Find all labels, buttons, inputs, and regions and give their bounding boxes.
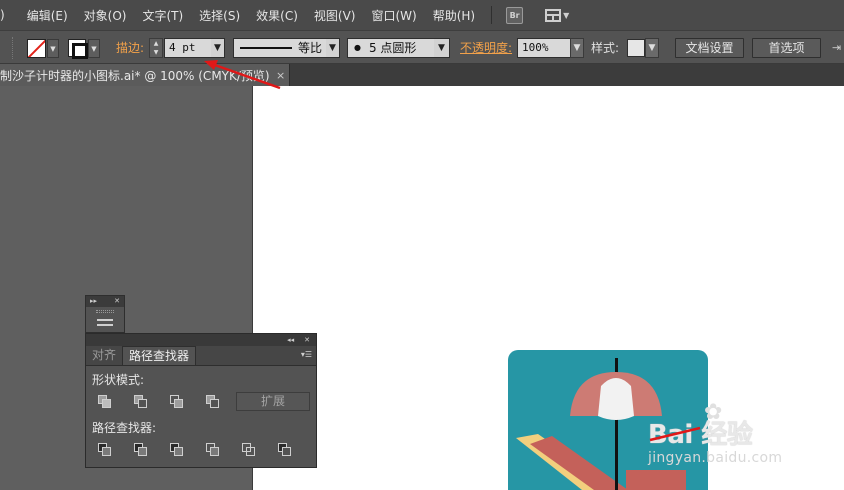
brush-dot-icon: ● <box>354 43 361 52</box>
document-setup-button[interactable]: 文档设置 <box>675 38 744 58</box>
variable-width-profile[interactable]: 等比 <box>233 38 327 58</box>
shape-modes-row <box>96 394 222 410</box>
workspace-switcher[interactable]: ▼ <box>545 8 570 22</box>
merge-icon[interactable] <box>168 442 186 458</box>
document-tab-title: 制沙子计时器的小图标.ai* @ 100% (CMYK/预览) <box>0 68 270 83</box>
pathfinder-panel-icon[interactable] <box>97 319 113 326</box>
trim-icon[interactable] <box>132 442 150 458</box>
tab-pathfinder[interactable]: 路径查找器 <box>122 346 197 365</box>
fill-dropdown-arrow[interactable]: ▼ <box>47 39 59 58</box>
preferences-button[interactable]: 首选项 <box>752 38 821 58</box>
opacity-input[interactable]: 100% <box>517 38 571 58</box>
intersect-icon[interactable] <box>168 394 186 410</box>
chevron-down-icon: ▼ <box>563 10 570 20</box>
style-label: 样式: <box>591 41 620 55</box>
brush-label: 5 点圆形 <box>368 41 417 55</box>
minus-front-icon[interactable] <box>132 394 150 410</box>
document-tab[interactable]: 制沙子计时器的小图标.ai* @ 100% (CMYK/预览) × <box>0 64 290 86</box>
menu-bar: ) 编辑(E) 对象(O) 文字(T) 选择(S) 效果(C) 视图(V) 窗口… <box>0 0 844 30</box>
menu-help[interactable]: 帮助(H) <box>425 7 483 24</box>
stroke-weight-input[interactable]: 4 pt <box>164 38 212 58</box>
collapsed-panel[interactable]: ▸▸ ✕ <box>85 295 125 333</box>
arrange-documents-icon <box>545 8 562 22</box>
panel-grip[interactable] <box>96 310 114 313</box>
crop-icon[interactable] <box>204 442 222 458</box>
more-options-icon[interactable]: ⇥ <box>832 38 841 58</box>
document-tab-bar: 制沙子计时器的小图标.ai* @ 100% (CMYK/预览) × <box>0 64 844 86</box>
pathfinders-row <box>96 442 294 458</box>
menu-object[interactable]: 对象(O) <box>76 7 135 24</box>
opacity-dropdown[interactable]: ▼ <box>570 38 584 58</box>
pathfinder-panel: ◂◂ ✕ 对齐 路径查找器 ▾☰ 形状模式: 扩展 路径查找器: <box>85 333 317 468</box>
menu-effect[interactable]: 效果(C) <box>248 7 306 24</box>
graphic-style-swatch[interactable] <box>627 39 645 57</box>
stroke-weight-stepper[interactable]: ▲ ▼ <box>149 38 163 58</box>
unite-icon[interactable] <box>96 394 114 410</box>
graphic-style-dropdown[interactable]: ▼ <box>645 38 659 58</box>
minus-back-icon[interactable] <box>276 442 294 458</box>
menu-window[interactable]: 窗口(W) <box>363 7 424 24</box>
exclude-icon[interactable] <box>204 394 222 410</box>
shape-modes-label: 形状模式: <box>92 373 145 387</box>
outline-icon[interactable] <box>240 442 258 458</box>
stroke-weight-dropdown[interactable]: ▼ <box>211 38 225 58</box>
collapsed-panel-header[interactable]: ▸▸ ✕ <box>86 296 124 307</box>
pathfinders-label: 路径查找器: <box>92 421 157 435</box>
menu-select[interactable]: 选择(S) <box>191 7 248 24</box>
baidu-watermark: ✿ Bai 经验 jingyan.baidu.com <box>646 400 806 480</box>
panel-menu-icon[interactable]: ▾☰ <box>301 350 312 359</box>
close-icon[interactable]: ✕ <box>114 296 120 307</box>
brush-definition[interactable]: ● 5 点圆形 <box>347 38 435 58</box>
expand-panel-icon[interactable]: ▸▸ <box>90 296 97 307</box>
profile-dropdown[interactable]: ▼ <box>326 38 340 58</box>
close-icon[interactable]: ✕ <box>304 336 310 344</box>
menu-type[interactable]: 文字(T) <box>134 7 191 24</box>
close-icon[interactable]: × <box>276 69 285 82</box>
control-bar: ▼ ▼ 描边: ▲ ▼ 4 pt ▼ 等比 ▼ ● 5 点圆形 ▼ 不透明度: 1… <box>0 30 844 64</box>
stroke-label[interactable]: 描边: <box>116 38 144 58</box>
panel-grip[interactable] <box>12 37 14 59</box>
collapse-panel-icon[interactable]: ◂◂ <box>287 336 294 344</box>
menu-fragment[interactable]: ) <box>0 8 13 22</box>
watermark-site: jingyan.baidu.com <box>648 450 783 466</box>
menu-view[interactable]: 视图(V) <box>306 7 364 24</box>
tab-align[interactable]: 对齐 <box>86 346 122 365</box>
profile-line-icon <box>240 47 292 49</box>
pathfinder-tab-strip: 对齐 路径查找器 ▾☰ <box>86 346 316 366</box>
watermark-logo: Bai 经验 <box>648 420 753 450</box>
divide-icon[interactable] <box>96 442 114 458</box>
profile-label: 等比 <box>298 41 323 55</box>
menu-edit[interactable]: 编辑(E) <box>13 7 76 24</box>
fill-swatch[interactable] <box>27 39 46 58</box>
lamp-shade-shape <box>598 378 634 420</box>
brush-dropdown[interactable]: ▼ <box>434 38 450 58</box>
expand-button[interactable]: 扩展 <box>236 392 310 411</box>
stroke-swatch[interactable] <box>68 39 88 59</box>
stroke-dropdown-arrow[interactable]: ▼ <box>88 39 100 58</box>
opacity-label[interactable]: 不透明度: <box>460 38 512 58</box>
bridge-icon[interactable]: Br <box>506 6 524 24</box>
pathfinder-panel-header[interactable]: ◂◂ ✕ <box>86 334 316 346</box>
menu-divider <box>491 6 493 24</box>
